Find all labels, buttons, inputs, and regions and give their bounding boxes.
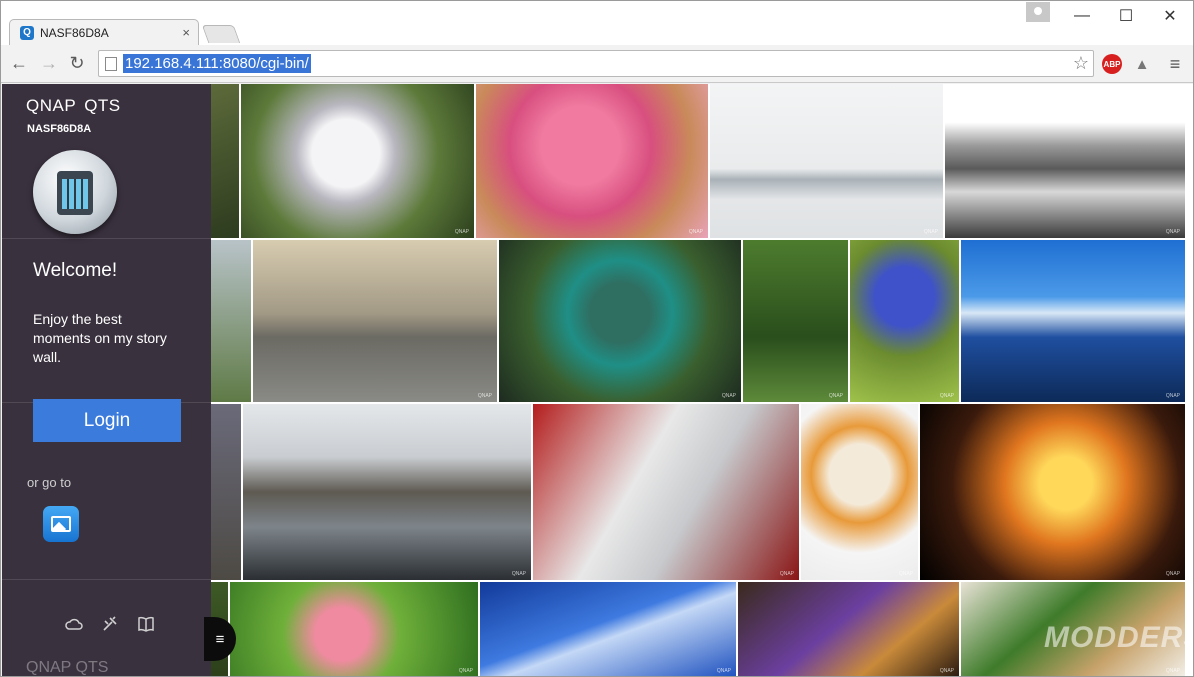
photo-station-icon[interactable]	[43, 506, 79, 542]
photo-watermark: QNAP	[511, 571, 526, 577]
brand-logo: QNAP QTS	[26, 96, 121, 116]
google-drive-icon[interactable]: ▲	[1132, 55, 1152, 73]
photo-tile[interactable]: QNAP	[801, 404, 918, 580]
photo-watermark: QNAP	[939, 668, 954, 674]
qnap-favicon-icon: Q	[20, 25, 34, 40]
photo-tile[interactable]: QNAP	[253, 240, 497, 402]
panel-divider	[2, 579, 211, 580]
maximize-button[interactable]: ☐	[1103, 3, 1149, 29]
browser-window: Q NASF86D8A × — ☐ ✕ ← → ↻ 192.168.4.111:…	[0, 0, 1194, 677]
tools-icon[interactable]	[100, 614, 120, 634]
photo-tile[interactable]	[211, 240, 251, 402]
photo-tile[interactable]: QNAP	[476, 84, 708, 238]
ghost-brand-text: QNAP QTS	[26, 659, 109, 676]
url-text[interactable]: 192.168.4.111:8080/cgi-bin/	[123, 54, 311, 73]
back-arrow-icon[interactable]: ←	[7, 52, 31, 74]
page-icon	[105, 56, 117, 71]
welcome-text: Enjoy the best moments on my story wall.	[33, 311, 167, 365]
photo-tile[interactable]	[211, 84, 239, 238]
close-window-button[interactable]: ✕	[1147, 3, 1193, 29]
reload-icon[interactable]: ↻	[65, 52, 89, 74]
tab-close-icon[interactable]: ×	[182, 25, 190, 40]
login-side-panel: QNAP QTS NASF86D8A Welcome! Enjoy the bes…	[2, 84, 211, 676]
photo-tile[interactable]: QNAP	[499, 240, 741, 402]
profile-icon[interactable]	[1026, 2, 1050, 22]
browser-tab[interactable]: Q NASF86D8A ×	[9, 19, 199, 45]
browser-menu-icon[interactable]: ≡	[1164, 53, 1186, 75]
photo-tile[interactable]: QNAP	[945, 84, 1185, 238]
photo-watermark: QNAP	[454, 229, 469, 235]
photo-watermark: QNAP	[721, 393, 736, 399]
forward-arrow-icon[interactable]: →	[37, 52, 61, 74]
photo-watermark: QNAP	[716, 668, 731, 674]
photo-tile[interactable]: QNAP	[241, 84, 474, 238]
photo-watermark: QNAP	[898, 571, 913, 577]
photo-watermark: QNAP	[939, 393, 954, 399]
photo-watermark: QNAP	[477, 393, 492, 399]
device-name: NASF86D8A	[27, 123, 92, 135]
photo-watermark: QNAP	[1165, 393, 1180, 399]
photo-tile[interactable]: QNAP	[710, 84, 943, 238]
photo-tile[interactable]: QNAP	[533, 404, 799, 580]
photo-watermark: QNAP	[688, 229, 703, 235]
photo-tile[interactable]: QNAP	[480, 582, 736, 676]
photo-tile[interactable]: QNAP	[243, 404, 531, 580]
minimize-button[interactable]: —	[1059, 3, 1105, 29]
welcome-title: Welcome!	[33, 260, 118, 281]
browser-toolbar: ← → ↻ 192.168.4.111:8080/cgi-bin/ ☆ ABP …	[1, 45, 1193, 83]
site-watermark: MODDERS	[1044, 621, 1194, 654]
photo-tile[interactable]: QNAP	[738, 582, 959, 676]
photo-tile[interactable]	[211, 404, 241, 580]
tab-strip: Q NASF86D8A × — ☐ ✕	[1, 1, 1193, 45]
brand-suffix: QTS	[84, 96, 121, 115]
photo-watermark: QNAP	[828, 393, 843, 399]
login-button[interactable]: Login	[33, 399, 181, 442]
photo-tile[interactable]: QNAP	[850, 240, 959, 402]
bookmark-star-icon[interactable]: ☆	[1073, 53, 1089, 74]
brand-name: QNAP	[26, 96, 77, 115]
photo-watermark: QNAP	[1165, 668, 1180, 674]
panel-divider	[2, 238, 211, 239]
photo-tile[interactable]: QNAP	[961, 240, 1185, 402]
tab-title: NASF86D8A	[40, 25, 109, 40]
nas-device-icon	[33, 150, 117, 234]
bottom-icon-bar	[64, 614, 156, 634]
address-bar[interactable]: 192.168.4.111:8080/cgi-bin/ ☆	[98, 50, 1094, 77]
photo-watermark: QNAP	[458, 668, 473, 674]
new-tab-button[interactable]	[201, 25, 241, 43]
goto-label: or go to	[27, 475, 72, 490]
photo-watermark: QNAP	[1165, 571, 1180, 577]
book-icon[interactable]	[136, 614, 156, 634]
adblock-plus-icon[interactable]: ABP	[1102, 54, 1122, 74]
photo-tile[interactable]: QNAP	[230, 582, 478, 676]
photo-tile[interactable]: QNAP	[743, 240, 848, 402]
cloud-icon[interactable]	[64, 614, 84, 634]
photo-tile[interactable]: QNAP	[920, 404, 1185, 580]
photo-watermark: QNAP	[923, 229, 938, 235]
photo-watermark: QNAP	[1165, 229, 1180, 235]
photo-watermark: QNAP	[779, 571, 794, 577]
